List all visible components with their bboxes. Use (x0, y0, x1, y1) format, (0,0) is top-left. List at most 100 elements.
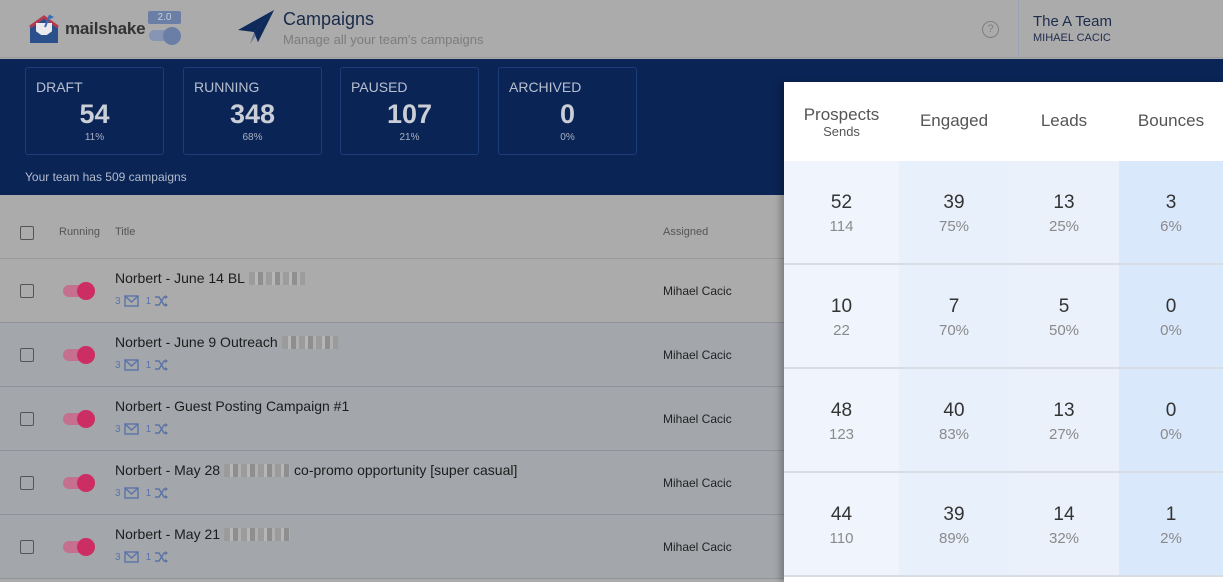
stat-card-paused[interactable]: PAUSED 107 21% (340, 67, 479, 155)
campaign-title[interactable]: Norbert - May 21 (115, 526, 294, 542)
shuffle-icon (155, 487, 169, 499)
running-toggle[interactable] (62, 473, 96, 493)
paper-plane-icon (236, 8, 276, 46)
campaign-row[interactable]: Norbert - Guest Posting Campaign #1 3 1 … (0, 387, 800, 451)
bounces-percent: 0% (1160, 322, 1182, 339)
assigned-user: Mihael Cacic (663, 284, 732, 298)
assigned-user: Mihael Cacic (663, 476, 732, 490)
engaged-cell: 39 75% (899, 161, 1009, 263)
campaign-title-text: Norbert - June 14 BL (115, 270, 245, 286)
bounces-cell: 0 0% (1119, 369, 1223, 471)
toggle-knob (163, 27, 181, 45)
leads-cell: 13 27% (1009, 369, 1119, 471)
row-checkbox[interactable] (20, 284, 34, 298)
leads-cell: 13 25% (1009, 161, 1119, 263)
version-switch[interactable]: 2.0 (148, 11, 181, 45)
bounces-percent: 6% (1160, 218, 1182, 235)
stats-row: 48 123 40 83% 13 27% 0 0% (784, 369, 1223, 473)
version-toggle[interactable] (148, 27, 181, 45)
leads-value: 5 (1058, 296, 1070, 317)
assigned-user: Mihael Cacic (663, 412, 732, 426)
column-running[interactable]: Running (59, 226, 100, 238)
row-checkbox[interactable] (20, 476, 34, 490)
message-count: 3 (115, 423, 121, 435)
campaign-list: Running Title Assigned Norbert - June 14… (0, 195, 800, 582)
column-title[interactable]: Title (115, 226, 135, 238)
redacted-text (281, 335, 338, 349)
shuffle-icon (155, 551, 169, 563)
running-toggle[interactable] (62, 345, 96, 365)
column-label: Bounces (1137, 111, 1205, 130)
campaign-title[interactable]: Norbert - June 9 Outreach (115, 334, 342, 350)
engaged-percent: 70% (938, 322, 970, 339)
toggle-knob (77, 474, 95, 492)
stat-percent: 0% (560, 132, 575, 143)
campaign-row[interactable]: Norbert - June 14 BL 3 1 Mihael Cacic (0, 259, 800, 323)
campaign-row[interactable]: Norbert - May 28 co-promo opportunity [su… (0, 451, 800, 515)
variant-count: 1 (145, 295, 152, 307)
sends-value: 123 (828, 426, 855, 443)
prospects-value: 10 (830, 296, 853, 317)
redacted-text (224, 527, 291, 541)
running-toggle[interactable] (62, 281, 96, 301)
running-toggle[interactable] (62, 537, 96, 557)
stat-label: DRAFT (36, 79, 83, 95)
bounces-value: 1 (1165, 504, 1177, 525)
column-sublabel: Sends (823, 123, 860, 139)
bounces-percent: 2% (1160, 530, 1182, 547)
message-count: 3 (115, 487, 121, 499)
leads-percent: 25% (1048, 218, 1080, 235)
column-bounces[interactable]: Bounces (1119, 82, 1223, 160)
row-checkbox[interactable] (20, 540, 34, 554)
engaged-value: 40 (943, 400, 965, 421)
row-checkbox[interactable] (20, 412, 34, 426)
stats-panel-header: Prospects Sends Engaged Leads Bounces (784, 82, 1223, 160)
stat-card-running[interactable]: RUNNING 348 68% (183, 67, 322, 155)
running-toggle[interactable] (62, 409, 96, 429)
campaign-meta: 3 1 (115, 295, 169, 307)
column-assigned[interactable]: Assigned (663, 226, 708, 238)
prospects-cell: 44 110 (784, 473, 899, 575)
leads-percent: 27% (1048, 426, 1080, 443)
select-all-checkbox[interactable] (20, 226, 34, 240)
leads-cell: 5 50% (1009, 265, 1119, 367)
team-name[interactable]: The A Team (1033, 13, 1112, 30)
campaign-title[interactable]: Norbert - June 14 BL (115, 270, 309, 286)
bounces-percent: 0% (1160, 426, 1182, 443)
campaign-title[interactable]: Norbert - Guest Posting Campaign #1 (115, 398, 349, 414)
user-name[interactable]: MIHAEL CACIC (1033, 32, 1111, 44)
header-divider (1018, 0, 1019, 58)
mailshake-logo[interactable]: mailshake (28, 13, 146, 45)
column-leads[interactable]: Leads (1009, 82, 1119, 160)
campaign-row[interactable]: Norbert - June 9 Outreach 3 1 Mihael Cac… (0, 323, 800, 387)
variant-count: 1 (145, 423, 152, 435)
assigned-user: Mihael Cacic (663, 540, 732, 554)
bounces-value: 3 (1165, 192, 1177, 213)
stat-card-archived[interactable]: ARCHIVED 0 0% (498, 67, 637, 155)
leads-value: 13 (1053, 400, 1075, 421)
shuffle-icon (155, 359, 169, 371)
column-prospects[interactable]: Prospects Sends (784, 82, 899, 160)
stat-card-draft[interactable]: DRAFT 54 11% (25, 67, 164, 155)
stats-row: 52 114 39 75% 13 25% 3 6% (784, 161, 1223, 265)
campaign-title-suffix: co-promo opportunity [super casual] (294, 462, 518, 478)
sends-value: 22 (833, 322, 850, 339)
prospects-value: 48 (830, 400, 853, 421)
question-circle-icon[interactable]: ? (982, 21, 999, 38)
stats-row: 44 110 39 89% 14 32% 1 2% (784, 473, 1223, 577)
campaign-title-text: Norbert - May 28 (115, 462, 221, 478)
version-badge: 2.0 (148, 11, 181, 24)
campaign-title[interactable]: Norbert - May 28 co-promo opportunity [su… (115, 462, 517, 478)
row-checkbox[interactable] (20, 348, 34, 362)
bounces-value: 0 (1165, 296, 1177, 317)
stat-percent: 11% (84, 132, 105, 143)
stat-percent: 21% (399, 132, 420, 143)
engaged-cell: 7 70% (899, 265, 1009, 367)
campaign-row[interactable]: Norbert - May 21 3 1 Mihael Cacic (0, 515, 800, 579)
engaged-cell: 40 83% (899, 369, 1009, 471)
envelope-icon (123, 359, 139, 371)
column-engaged[interactable]: Engaged (899, 82, 1009, 160)
list-header: Running Title Assigned (0, 195, 800, 259)
variant-count: 1 (145, 359, 152, 371)
campaign-count-text: Your team has 509 campaigns (25, 170, 187, 184)
